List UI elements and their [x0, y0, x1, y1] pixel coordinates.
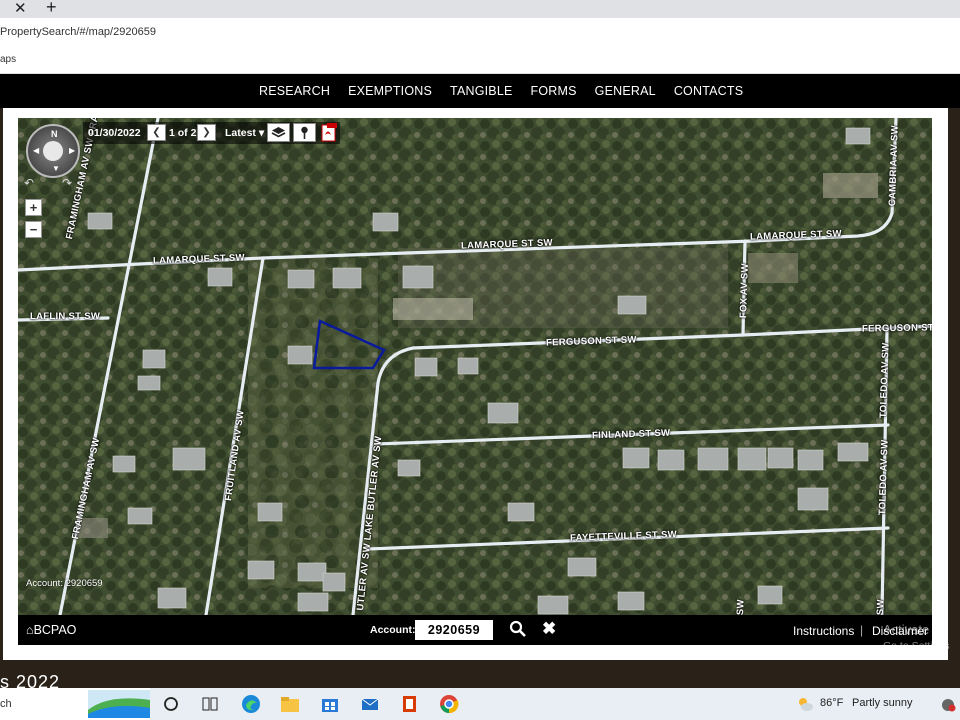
aerial-map[interactable]: LAMARQUE ST SW LAMARQUE ST SW LAMARQUE S… [18, 118, 932, 615]
pin-button[interactable] [293, 123, 316, 142]
chrome-icon[interactable] [438, 693, 460, 715]
search-icon[interactable] [509, 620, 527, 638]
street-label: FOX AV SW [738, 263, 751, 319]
bookmarks-bar: aps [0, 46, 960, 74]
taskbar: ch 86°F Partly sunny [0, 688, 960, 720]
rotate-left-icon[interactable]: ↶ [24, 176, 34, 190]
pan-down-icon[interactable]: ▼ [52, 164, 60, 173]
imagery-date: 01/30/2022 [88, 127, 141, 139]
url-text[interactable]: PropertySearch/#/map/2920659 [0, 26, 156, 38]
activate-windows-watermark: Activate W [883, 622, 946, 637]
instructions-link[interactable]: Instructions [793, 624, 854, 638]
bcpao-home-link[interactable]: ⌂BCPAO [26, 623, 76, 637]
browser-tab-bar: ✕ + [0, 0, 960, 18]
caret-down-icon: ▾ [258, 127, 265, 139]
account-watermark: Account: 2920659 [26, 578, 103, 589]
file-explorer-icon[interactable] [279, 693, 301, 715]
account-label: Account: [370, 624, 416, 636]
taskbar-search-text: ch [0, 698, 12, 710]
compass-control[interactable]: N ▼ ◀ ▶ [26, 124, 80, 178]
clear-icon[interactable]: ✖ [542, 619, 556, 639]
bookmark-item[interactable]: aps [0, 54, 16, 65]
image-page-indicator: 1 of 2 [169, 127, 197, 139]
layers-button[interactable] [267, 123, 290, 142]
aerial-imagery [18, 118, 932, 615]
imagery-date-bar: 01/30/2022 ❮ 1 of 2 ❯ Latest ▾ [83, 122, 340, 144]
latest-dropdown[interactable]: Latest ▾ [225, 127, 264, 139]
compass-north-label: N [51, 129, 58, 139]
task-view-icon[interactable] [199, 693, 221, 715]
close-tab-icon[interactable]: ✕ [14, 0, 27, 17]
account-input[interactable] [415, 620, 493, 640]
pan-left-icon[interactable]: ◀ [33, 146, 39, 155]
store-icon[interactable] [319, 693, 341, 715]
weather-temp[interactable]: 86°F [820, 697, 843, 709]
street-label: SW [875, 599, 887, 615]
site-nav: RESEARCH EXEMPTIONS TANGIBLE FORMS GENER… [0, 74, 960, 108]
pdf-button[interactable] [318, 123, 341, 142]
zoom-in-button[interactable]: + [25, 199, 42, 216]
nav-contacts[interactable]: CONTACTS [665, 84, 752, 98]
address-bar[interactable]: PropertySearch/#/map/2920659 [0, 18, 960, 46]
layers-icon [271, 127, 286, 138]
taskbar-search[interactable]: ch [0, 688, 150, 720]
pan-right-icon[interactable]: ▶ [69, 146, 75, 155]
prev-image-button[interactable]: ❮ [147, 124, 166, 141]
pin-icon [301, 126, 308, 139]
activate-windows-subtext: Go to Settings [883, 640, 950, 652]
search-highlight-art [88, 690, 150, 718]
street-label: SW [735, 599, 747, 615]
brand-label: BCPAO [33, 623, 77, 637]
pdf-icon [321, 123, 337, 142]
home-icon: ⌂ [26, 623, 34, 637]
nav-exemptions[interactable]: EXEMPTIONS [339, 84, 441, 98]
street-label: LAFLIN ST SW [30, 311, 101, 322]
nav-tangible[interactable]: TANGIBLE [441, 84, 522, 98]
rotate-right-icon[interactable]: ↷ [62, 176, 72, 190]
nav-general[interactable]: GENERAL [586, 84, 665, 98]
nav-forms[interactable]: FORMS [522, 84, 586, 98]
zoom-out-button[interactable]: − [25, 221, 42, 238]
compass-center[interactable] [43, 141, 63, 161]
link-separator: | [860, 623, 864, 637]
next-image-button[interactable]: ❯ [197, 124, 216, 141]
new-tab-icon[interactable]: + [46, 0, 57, 18]
notification-icon[interactable] [940, 697, 956, 713]
office-icon[interactable] [398, 693, 420, 715]
weather-desc[interactable]: Partly sunny [852, 697, 913, 709]
weather-icon [799, 698, 813, 711]
nav-research[interactable]: RESEARCH [250, 84, 339, 98]
street-label: FERGUSON ST [861, 322, 932, 335]
map-bottom-bar: ⌂BCPAO Account: ✖ Instructions | Disclai… [18, 615, 932, 645]
mail-icon[interactable] [359, 693, 381, 715]
edge-icon[interactable] [240, 693, 262, 715]
cortana-icon[interactable] [160, 693, 182, 715]
latest-label: Latest [225, 127, 256, 139]
